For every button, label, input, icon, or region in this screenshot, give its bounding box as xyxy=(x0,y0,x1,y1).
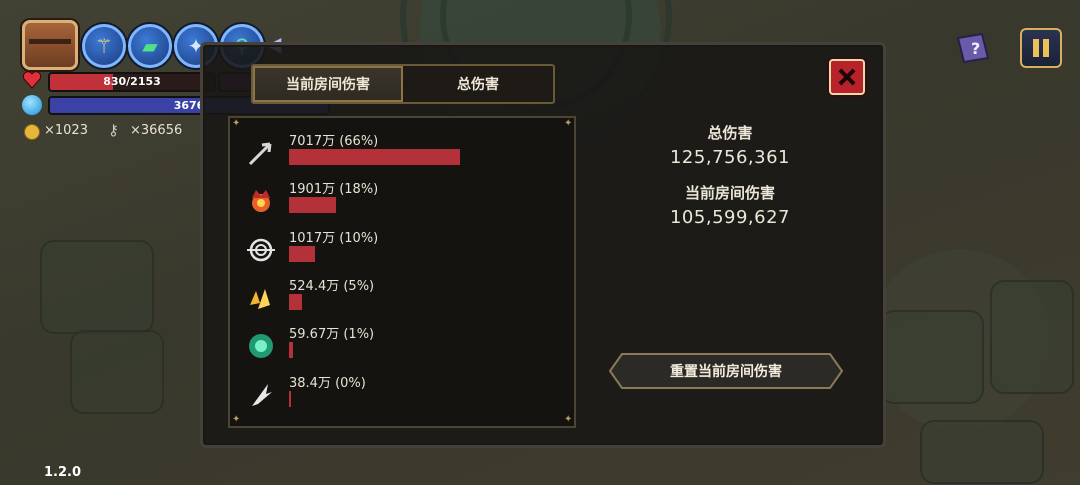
pause-button[interactable] xyxy=(1020,28,1062,68)
room-damage-value: 105,599,627 xyxy=(669,207,790,228)
total-damage-value: 125,756,361 xyxy=(669,147,790,168)
green-orb-icon xyxy=(249,334,273,358)
tab-total-damage[interactable]: 总伤害 xyxy=(403,66,553,102)
gold-crystal-icon xyxy=(250,289,270,309)
health-text: 830/2153 xyxy=(103,75,161,88)
skill-slot-2[interactable]: ▰ xyxy=(128,24,172,68)
health-bar: 830/2153 xyxy=(48,72,216,92)
heart-icon xyxy=(22,71,42,89)
damage-row-label: 524.4万 (5%) xyxy=(289,279,375,294)
tab-room-damage[interactable]: 当前房间伤害 xyxy=(253,66,403,102)
skill-slot-1[interactable]: ⚚ xyxy=(82,24,126,68)
damage-row-bar xyxy=(289,246,315,262)
damage-row-label: 59.67万 (1%) xyxy=(289,327,375,342)
svg-text:?: ? xyxy=(971,39,980,58)
damage-row-bar xyxy=(289,294,302,310)
damage-row-bar xyxy=(289,149,460,165)
version-label: 1.2.0 xyxy=(44,465,82,480)
damage-row: 38.4万 (0%) xyxy=(246,372,556,416)
damage-row: 59.67万 (1%) xyxy=(246,323,556,367)
damage-row-label: 1901万 (18%) xyxy=(289,182,379,197)
arrow-weapon-icon xyxy=(248,142,272,166)
close-button[interactable] xyxy=(829,59,865,95)
help-book-icon[interactable]: ? xyxy=(952,30,994,66)
damage-summary: 总伤害 125,756,361 当前房间伤害 105,599,627 xyxy=(640,122,820,242)
total-damage-title: 总伤害 xyxy=(707,124,753,142)
target-ring-icon xyxy=(247,238,275,262)
spellbook-icon: ▰ xyxy=(142,34,158,58)
damage-row-bar xyxy=(289,342,293,358)
key-count: ×36656 xyxy=(130,123,183,138)
damage-row: 524.4万 (5%) xyxy=(246,275,556,319)
damage-row-label: 38.4万 (0%) xyxy=(289,376,366,391)
damage-row: 1901万 (18%) xyxy=(246,178,556,222)
key-icon: ⚷ xyxy=(108,121,119,139)
white-feather-icon xyxy=(252,384,272,406)
damage-row: 1017万 (10%) xyxy=(246,227,556,271)
staff-icon: ⚚ xyxy=(95,34,113,58)
coin-count: ×1023 xyxy=(44,123,88,138)
damage-row-label: 1017万 (10%) xyxy=(289,231,379,246)
damage-tabs: 当前房间伤害 总伤害 xyxy=(251,64,555,104)
damage-row: 7017万 (66%) xyxy=(246,130,556,174)
mana-orb-icon xyxy=(22,95,42,115)
fire-burst-icon xyxy=(252,190,270,212)
reset-button-label: 重置当前房间伤害 xyxy=(670,364,782,380)
damage-row-label: 7017万 (66%) xyxy=(289,134,379,149)
inventory-chest-icon[interactable] xyxy=(22,20,78,70)
damage-row-bar xyxy=(289,391,291,407)
damage-row-bar xyxy=(289,197,336,213)
reset-room-damage-button[interactable]: 重置当前房间伤害 xyxy=(608,352,844,390)
coin-icon xyxy=(24,124,40,140)
room-damage-title: 当前房间伤害 xyxy=(684,184,775,202)
